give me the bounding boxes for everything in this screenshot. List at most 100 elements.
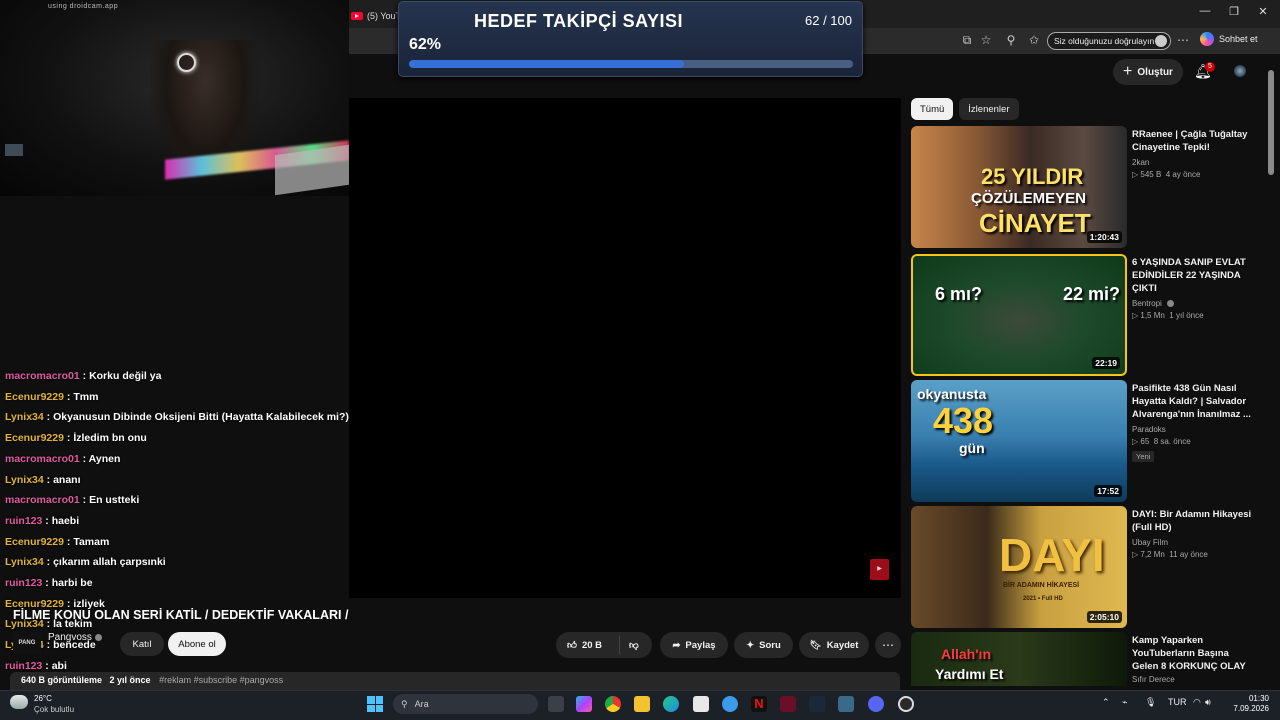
- copilot-app-icon[interactable]: [576, 696, 592, 712]
- chat-username[interactable]: macromacro01: [5, 370, 80, 382]
- system-clock[interactable]: 01:30 7.09.2026: [1219, 694, 1269, 714]
- app-available-icon[interactable]: ⧉: [959, 33, 975, 48]
- minimize-button[interactable]: —: [1190, 5, 1220, 17]
- app-icon[interactable]: [780, 696, 796, 712]
- recommendation-item[interactable]: 25 YILDIR ÇÖZÜLEMEYEN CİNAYET 1:20:43 RR…: [911, 126, 1261, 248]
- video-thumbnail[interactable]: Allah'ın Yardımı Et: [911, 632, 1127, 686]
- channel-avatar[interactable]: PANG: [13, 632, 41, 654]
- chat-username[interactable]: Lynix34: [5, 556, 44, 568]
- store-icon[interactable]: [693, 696, 709, 712]
- thumb-text: Yardımı Et: [935, 666, 1004, 682]
- speaker-icon[interactable]: 🔊︎: [1205, 697, 1211, 708]
- chat-username[interactable]: ruin123: [5, 515, 42, 527]
- save-button[interactable]: 🔖︎ Kaydet: [799, 632, 869, 658]
- copilot-icon[interactable]: [1200, 32, 1214, 46]
- file-explorer-icon[interactable]: [634, 696, 650, 712]
- task-view-icon[interactable]: [548, 696, 564, 712]
- taskbar-search[interactable]: ⚲ Ara: [393, 694, 538, 714]
- video-thumbnail[interactable]: 25 YILDIR ÇÖZÜLEMEYEN CİNAYET 1:20:43: [911, 126, 1127, 248]
- more-actions-button[interactable]: ⋯: [875, 632, 901, 658]
- recommendation-info: 6 YAŞINDA SANIP EVLAT EDİNDİLER 22 YAŞIN…: [1132, 256, 1257, 320]
- netflix-icon[interactable]: N: [751, 696, 767, 712]
- recommendation-item[interactable]: Allah'ın Yardımı Et Kamp Yaparken YouTub…: [911, 632, 1261, 686]
- edge-icon[interactable]: [663, 696, 679, 712]
- weather-description[interactable]: Çok bulutlu: [34, 705, 74, 714]
- channel-name[interactable]: Pangvoss: [48, 632, 102, 643]
- subscribe-button[interactable]: Abone ol: [168, 632, 226, 656]
- video-thumbnail[interactable]: 6 mı? 22 mi? 22:19: [911, 254, 1127, 376]
- close-button[interactable]: ✕: [1248, 5, 1278, 18]
- chat-username[interactable]: ruin123: [5, 660, 42, 672]
- recommendation-channel[interactable]: Sıfır Derece: [1132, 675, 1257, 684]
- verified-icon: [94, 633, 102, 641]
- chat-separator: :: [43, 556, 54, 569]
- dislike-button[interactable]: 👎︎: [620, 639, 639, 651]
- like-button[interactable]: 👍︎ 20 B: [556, 636, 620, 654]
- extensions-icon[interactable]: ⚲: [1003, 33, 1019, 47]
- chrome-icon[interactable]: [605, 696, 621, 712]
- video-thumbnail[interactable]: DAYI BİR ADAMIN HİKAYESİ 2021 • Full HD …: [911, 506, 1127, 628]
- recommendation-channel[interactable]: Bentropi: [1132, 299, 1257, 308]
- cloud-icon[interactable]: [10, 695, 28, 709]
- goal-progress-fill: [409, 60, 685, 68]
- tray-overflow-icon[interactable]: ⌃: [1102, 697, 1110, 708]
- chat-text: çıkarım allah çarpsınki: [53, 556, 166, 569]
- share-button[interactable]: ➦ Paylaş: [660, 632, 728, 658]
- recommendation-channel[interactable]: 2kan: [1132, 158, 1257, 167]
- video-thumbnail[interactable]: okyanusta 438 gün 17:52: [911, 380, 1127, 502]
- chat-separator: :: [79, 452, 89, 465]
- chat-username[interactable]: macromacro01: [5, 453, 80, 465]
- recommendation-item[interactable]: okyanusta 438 gün 17:52 Pasifikte 438 Gü…: [911, 380, 1261, 502]
- ask-button[interactable]: ✦ Soru: [734, 632, 793, 658]
- verify-identity-button[interactable]: Siz olduğunuzu doğrulayın: [1047, 32, 1171, 50]
- recommendation-title[interactable]: DAYI: Bir Adamın Hikayesi (Full HD): [1132, 508, 1257, 534]
- chat-text: Tamam: [73, 535, 110, 548]
- recommendation-title[interactable]: RRaenee | Çağla Tuğaltay Cinayetine Tepk…: [1132, 128, 1257, 154]
- weather-temperature[interactable]: 26°C: [34, 694, 52, 703]
- microphone-icon[interactable]: 🎙︎: [1145, 697, 1156, 708]
- chip-all[interactable]: Tümü: [911, 98, 954, 120]
- obs-icon[interactable]: [898, 696, 914, 712]
- video-duration: 2:05:10: [1086, 611, 1122, 623]
- favorites-icon[interactable]: ✩: [1026, 33, 1042, 47]
- app-icon[interactable]: [838, 696, 854, 712]
- chat-username[interactable]: Ecenur9229: [5, 432, 64, 444]
- rec-channel-text: Bentropi: [1132, 299, 1162, 308]
- join-button[interactable]: Katıl: [120, 632, 164, 656]
- create-button[interactable]: + Oluştur: [1113, 59, 1183, 85]
- start-button[interactable]: [367, 696, 383, 712]
- hashtags[interactable]: #reklam #subscribe #pangvoss: [159, 675, 283, 685]
- account-avatar[interactable]: [1234, 65, 1246, 77]
- recommendation-item[interactable]: DAYI BİR ADAMIN HİKAYESİ 2021 • Full HD …: [911, 506, 1261, 628]
- wifi-icon[interactable]: ◠: [1193, 697, 1201, 708]
- more-menu-icon[interactable]: ⋯: [1175, 33, 1191, 47]
- video-title: FİLME KONU OLAN SERİ KATİL / DEDEKTİF VA…: [13, 608, 349, 622]
- recommendation-title[interactable]: 6 YAŞINDA SANIP EVLAT EDİNDİLER 22 YAŞIN…: [1132, 256, 1257, 295]
- scrollbar-thumb[interactable]: [1268, 70, 1274, 175]
- thumb-text: Allah'ın: [941, 646, 991, 662]
- chat-username[interactable]: Ecenur9229: [5, 536, 64, 548]
- network-icon[interactable]: ⌁: [1122, 697, 1127, 708]
- recommendation-channel[interactable]: Paradoks: [1132, 425, 1257, 434]
- chat-button[interactable]: Sohbet et: [1219, 34, 1258, 44]
- chat-username[interactable]: macromacro01: [5, 494, 80, 506]
- maximize-button[interactable]: ❐: [1219, 5, 1249, 18]
- desk-object: [5, 144, 23, 156]
- chat-username[interactable]: Ecenur9229: [5, 391, 64, 403]
- channel-watermark-icon[interactable]: ▶: [870, 559, 889, 580]
- recommendation-title[interactable]: Pasifikte 438 Gün Nasıl Hayatta Kaldı? |…: [1132, 382, 1257, 421]
- chip-watched[interactable]: İzlenenler: [959, 98, 1019, 120]
- chat-username[interactable]: Lynix34: [5, 474, 44, 486]
- favorite-star-icon[interactable]: ☆: [978, 33, 994, 47]
- chat-username[interactable]: Lynix34: [5, 411, 44, 423]
- app-icon[interactable]: [722, 696, 738, 712]
- recommendation-channel[interactable]: Ubay Film: [1132, 538, 1257, 547]
- chat-text: harbi be: [51, 577, 93, 589]
- language-indicator[interactable]: TUR: [1168, 697, 1187, 707]
- steam-icon[interactable]: [809, 696, 825, 712]
- chat-username[interactable]: ruin123: [5, 577, 42, 589]
- chat-message: macromacro01 : Aynen: [5, 453, 120, 465]
- recommendation-item[interactable]: 6 mı? 22 mi? 22:19 6 YAŞINDA SANIP EVLAT…: [911, 254, 1261, 376]
- discord-icon[interactable]: [868, 696, 884, 712]
- recommendation-title[interactable]: Kamp Yaparken YouTuberların Başına Gelen…: [1132, 634, 1257, 673]
